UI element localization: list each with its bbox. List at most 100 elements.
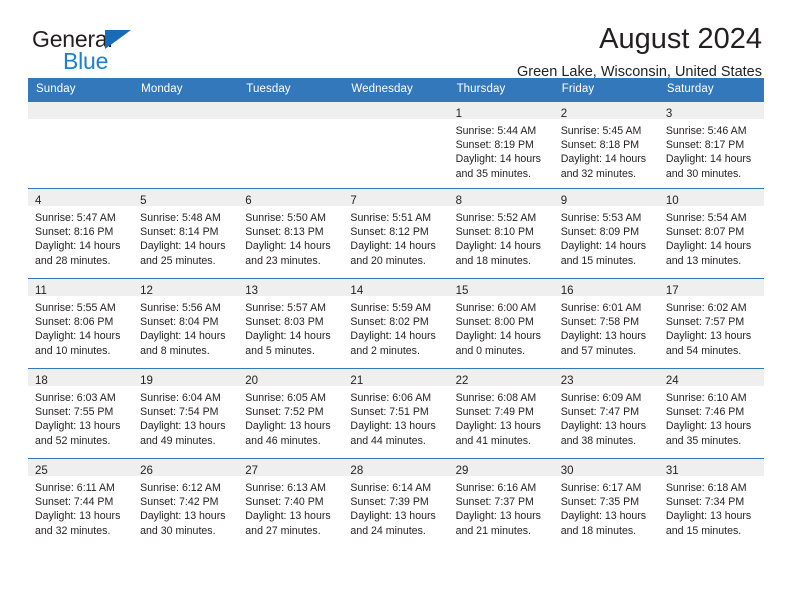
sunset-text: Sunset: 8:14 PM	[140, 226, 219, 239]
sunrise-text: Sunrise: 6:17 AM	[560, 482, 642, 494]
calendar-day-cell[interactable]: 27 Sunrise: 6:13 AM Sunset: 7:40 PM Dayligh…	[238, 458, 344, 548]
sunset-text: Sunset: 7:55 PM	[35, 406, 114, 419]
calendar-day-cell-empty	[343, 101, 449, 189]
calendar-day-cell[interactable]: 28 Sunrise: 6:14 AM Sunset: 7:39 PM Dayligh…	[343, 458, 449, 548]
day-number: 13	[245, 285, 259, 297]
sunrise-text: Sunrise: 6:08 AM	[455, 392, 537, 404]
calendar-day-cell[interactable]: 5 Sunrise: 5:48 AM Sunset: 8:14 PM Daylight…	[133, 188, 239, 279]
calendar-week-row: 18 Sunrise: 6:03 AM Sunset: 7:55 PM Dayligh…	[28, 368, 764, 459]
day-number: 22	[455, 375, 469, 387]
calendar-week-row: 11 Sunrise: 5:55 AM Sunset: 8:06 PM Dayligh…	[28, 278, 764, 369]
calendar-day-cell[interactable]: 29 Sunrise: 6:16 AM Sunset: 7:37 PM Dayligh…	[448, 458, 554, 548]
daylight-text-line2: and 25 minutes.	[140, 254, 216, 267]
calendar-day-cell-empty	[28, 101, 134, 189]
sunset-text: Sunset: 7:47 PM	[560, 406, 640, 419]
sunset-text: Sunset: 7:39 PM	[350, 496, 429, 509]
calendar-day-cell[interactable]: 17 Sunrise: 6:02 AM Sunset: 7:57 PM Dayligh…	[658, 278, 764, 369]
day-cell-details: Sunrise: 5:44 AM Sunset: 8:19 PM Daylight:…	[449, 119, 554, 181]
day-cell-details: Sunrise: 6:02 AM Sunset: 7:57 PM Daylight:…	[659, 296, 764, 358]
sunset-text: Sunset: 8:07 PM	[665, 226, 745, 239]
calendar-day-cell[interactable]: 3 Sunrise: 5:46 AM Sunset: 8:17 PM Daylight…	[658, 101, 764, 189]
day-cell-details: Sunrise: 6:00 AM Sunset: 8:00 PM Daylight:…	[449, 296, 554, 358]
sunrise-text: Sunrise: 6:14 AM	[350, 482, 432, 494]
daylight-text-line2: and 32 minutes.	[560, 167, 637, 180]
day-number: 17	[665, 285, 679, 297]
sunset-text: Sunset: 8:17 PM	[665, 139, 745, 152]
title-block: August 2024 Green Lake, Wisconsin, Unite…	[517, 22, 762, 81]
calendar-day-cell[interactable]: 20 Sunrise: 6:05 AM Sunset: 7:52 PM Dayligh…	[238, 368, 344, 459]
day-cell-details: Sunrise: 5:47 AM Sunset: 8:16 PM Daylight:…	[28, 206, 133, 268]
sunrise-text: Sunrise: 6:10 AM	[665, 392, 747, 404]
calendar-day-cell[interactable]: 26 Sunrise: 6:12 AM Sunset: 7:42 PM Dayligh…	[133, 458, 239, 548]
daylight-text-line1: Daylight: 14 hours	[455, 153, 541, 166]
weekday-header-thursday: Thursday	[448, 78, 554, 102]
calendar-day-cell[interactable]: 1 Sunrise: 5:44 AM Sunset: 8:19 PM Daylight…	[448, 101, 554, 189]
weekday-header-friday: Friday	[553, 78, 659, 102]
daylight-text-line2: and 15 minutes.	[665, 524, 742, 537]
calendar-day-cell[interactable]: 31 Sunrise: 6:18 AM Sunset: 7:34 PM Dayligh…	[658, 458, 764, 548]
calendar-day-cell[interactable]: 15 Sunrise: 6:00 AM Sunset: 8:00 PM Dayligh…	[448, 278, 554, 369]
daylight-text-line1: Daylight: 14 hours	[665, 240, 752, 253]
calendar-day-cell[interactable]: 7 Sunrise: 5:51 AM Sunset: 8:12 PM Daylight…	[343, 188, 449, 279]
day-number-band: 18	[28, 369, 134, 387]
sunrise-text: Sunrise: 6:11 AM	[35, 482, 115, 494]
sunrise-text: Sunrise: 6:09 AM	[560, 392, 642, 404]
calendar-day-cell[interactable]: 24 Sunrise: 6:10 AM Sunset: 7:46 PM Dayligh…	[658, 368, 764, 459]
day-number: 4	[35, 195, 42, 207]
sunrise-text: Sunrise: 5:57 AM	[245, 302, 326, 314]
daylight-text-line2: and 30 minutes.	[140, 524, 216, 537]
sunrise-text: Sunrise: 6:13 AM	[245, 482, 326, 494]
day-cell-details: Sunrise: 6:08 AM Sunset: 7:49 PM Daylight:…	[449, 386, 554, 448]
day-number-band: 27	[238, 459, 344, 477]
calendar-day-cell[interactable]: 2 Sunrise: 5:45 AM Sunset: 8:18 PM Daylight…	[553, 101, 659, 189]
calendar-day-cell[interactable]: 4 Sunrise: 5:47 AM Sunset: 8:16 PM Daylight…	[28, 188, 134, 279]
calendar-day-cell[interactable]: 30 Sunrise: 6:17 AM Sunset: 7:35 PM Dayligh…	[553, 458, 659, 548]
daylight-text-line1: Daylight: 13 hours	[350, 420, 436, 433]
daylight-text-line2: and 20 minutes.	[350, 254, 426, 267]
calendar-day-cell[interactable]: 9 Sunrise: 5:53 AM Sunset: 8:09 PM Daylight…	[553, 188, 659, 279]
calendar-day-cell[interactable]: 6 Sunrise: 5:50 AM Sunset: 8:13 PM Daylight…	[238, 188, 344, 279]
general-blue-logo[interactable]: General Blue	[32, 27, 242, 73]
sunset-text: Sunset: 7:34 PM	[665, 496, 745, 509]
calendar-day-cell[interactable]: 12 Sunrise: 5:56 AM Sunset: 8:04 PM Dayligh…	[133, 278, 239, 369]
calendar-day-cell[interactable]: 14 Sunrise: 5:59 AM Sunset: 8:02 PM Dayligh…	[343, 278, 449, 369]
day-number-band: 12	[133, 279, 239, 297]
sunrise-text: Sunrise: 5:55 AM	[35, 302, 116, 314]
daylight-text-line2: and 18 minutes.	[560, 524, 637, 537]
calendar-day-cell[interactable]: 18 Sunrise: 6:03 AM Sunset: 7:55 PM Dayligh…	[28, 368, 134, 459]
sunrise-text: Sunrise: 6:02 AM	[665, 302, 747, 314]
calendar-day-cell[interactable]: 21 Sunrise: 6:06 AM Sunset: 7:51 PM Dayligh…	[343, 368, 449, 459]
calendar-day-cell[interactable]: 13 Sunrise: 5:57 AM Sunset: 8:03 PM Dayligh…	[238, 278, 344, 369]
daylight-text-line2: and 23 minutes.	[245, 254, 321, 267]
sunset-text: Sunset: 7:42 PM	[140, 496, 219, 509]
daylight-text-line1: Daylight: 14 hours	[350, 330, 436, 343]
calendar-day-cell[interactable]: 10 Sunrise: 5:54 AM Sunset: 8:07 PM Dayligh…	[658, 188, 764, 279]
day-number: 23	[560, 375, 574, 387]
calendar-day-cell[interactable]: 25 Sunrise: 6:11 AM Sunset: 7:44 PM Dayligh…	[28, 458, 134, 548]
calendar-day-cell[interactable]: 8 Sunrise: 5:52 AM Sunset: 8:10 PM Daylight…	[448, 188, 554, 279]
calendar-week-row: 4 Sunrise: 5:47 AM Sunset: 8:16 PM Daylight…	[28, 188, 764, 279]
daylight-text-line1: Daylight: 14 hours	[140, 240, 226, 253]
daylight-text-line1: Daylight: 13 hours	[140, 420, 226, 433]
calendar-day-cell[interactable]: 11 Sunrise: 5:55 AM Sunset: 8:06 PM Dayligh…	[28, 278, 134, 369]
sunrise-text: Sunrise: 5:50 AM	[245, 212, 326, 224]
day-cell-details: Sunrise: 5:50 AM Sunset: 8:13 PM Daylight:…	[238, 206, 343, 268]
calendar-day-cell[interactable]: 19 Sunrise: 6:04 AM Sunset: 7:54 PM Dayligh…	[133, 368, 239, 459]
sunset-text: Sunset: 8:16 PM	[35, 226, 114, 239]
day-number: 6	[245, 195, 252, 207]
day-number: 31	[665, 465, 679, 477]
sunrise-text: Sunrise: 6:12 AM	[140, 482, 221, 494]
calendar-day-cell[interactable]: 16 Sunrise: 6:01 AM Sunset: 7:58 PM Dayligh…	[553, 278, 659, 369]
calendar-day-cell[interactable]: 23 Sunrise: 6:09 AM Sunset: 7:47 PM Dayligh…	[553, 368, 659, 459]
daylight-text-line2: and 46 minutes.	[245, 434, 321, 447]
daylight-text-line2: and 52 minutes.	[35, 434, 111, 447]
day-number-band: 23	[553, 369, 659, 387]
daylight-text-line1: Daylight: 13 hours	[140, 510, 226, 523]
sunrise-text: Sunrise: 6:16 AM	[455, 482, 537, 494]
sunset-text: Sunset: 8:13 PM	[245, 226, 324, 239]
daylight-text-line2: and 8 minutes.	[140, 344, 210, 357]
calendar-day-cell-empty	[133, 101, 239, 189]
daylight-text-line2: and 44 minutes.	[350, 434, 426, 447]
day-number: 26	[140, 465, 153, 477]
calendar-day-cell[interactable]: 22 Sunrise: 6:08 AM Sunset: 7:49 PM Dayligh…	[448, 368, 554, 459]
